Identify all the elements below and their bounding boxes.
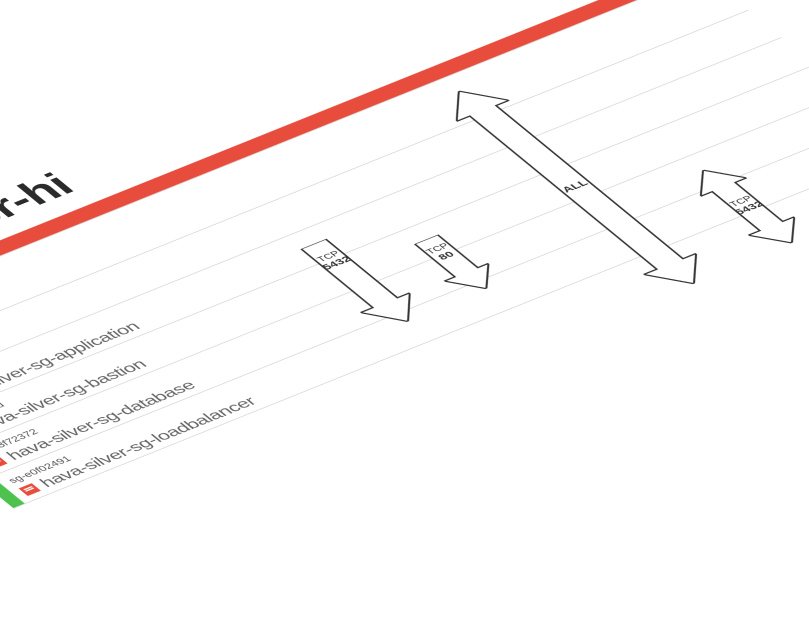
diagram-panel: hava-silver-hi internet sg-8af420fb defa… — [0, 0, 809, 639]
security-group-icon — [0, 455, 7, 468]
security-group-icon — [18, 483, 40, 496]
